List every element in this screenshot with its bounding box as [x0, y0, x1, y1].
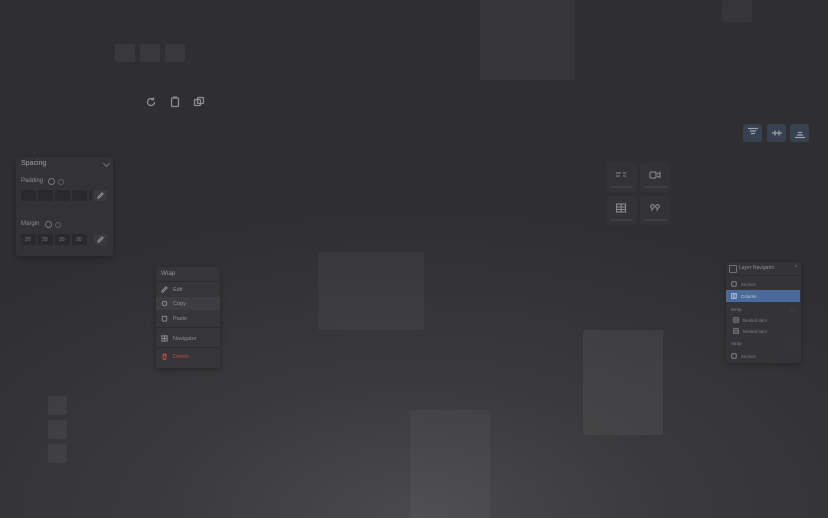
menu-item-navigator[interactable]: Navigator [156, 332, 220, 345]
margin-bottom-input[interactable]: 20 [55, 234, 70, 245]
pencil-icon [161, 286, 168, 293]
layer-row-label: Nested item [743, 317, 768, 323]
side-placeholder-2[interactable] [48, 420, 67, 439]
quote-block-icon [650, 204, 660, 212]
spacing-panel-title: Spacing [21, 160, 47, 167]
toolbar-placeholder-1[interactable] [115, 44, 135, 62]
context-menu-title: Wrap [161, 271, 176, 277]
clipboard-icon[interactable] [167, 94, 183, 110]
divider [156, 281, 220, 282]
menu-item-copy[interactable]: Copy [156, 297, 220, 310]
side-placeholder-1[interactable] [48, 396, 67, 415]
margin-right-value: 20 [42, 237, 48, 243]
block-video[interactable] [640, 163, 671, 192]
element-icon [733, 328, 739, 334]
info-icon [55, 222, 61, 228]
padding-bottom-input[interactable] [55, 190, 70, 201]
divider [156, 327, 220, 328]
align-bottom-button[interactable] [790, 124, 809, 142]
pencil-icon [97, 236, 104, 243]
context-menu: Wrap Edit Copy Paste Navigator Delete [156, 267, 220, 368]
layer-row-label: Section [741, 353, 757, 359]
element-icon [733, 317, 739, 323]
layer-row-label: Wrap [731, 340, 742, 346]
block-text[interactable] [606, 163, 637, 192]
menu-item-label: Paste [173, 315, 188, 322]
menu-item-paste[interactable]: Paste [156, 312, 220, 325]
align-top-icon [747, 127, 758, 135]
menu-item-label: Copy [173, 300, 186, 307]
margin-right-input[interactable]: 20 [38, 234, 53, 245]
collapse-chevron-icon[interactable] [102, 159, 111, 168]
padding-label: Padding [21, 178, 44, 184]
toolbar-placeholder-2[interactable] [140, 44, 160, 62]
navigator-icon [161, 335, 168, 342]
rotate-icon[interactable] [143, 94, 159, 110]
block-table[interactable] [606, 196, 637, 225]
align-top-button[interactable] [743, 124, 762, 142]
paste-icon [161, 315, 168, 322]
toolbar-placeholder-3[interactable] [165, 44, 185, 62]
spacing-panel: Spacing Padding Margin 20 20 20 20 [16, 157, 113, 256]
row-actions-icon[interactable]: • • [790, 341, 794, 346]
table-block-icon [615, 203, 627, 213]
layer-row-label: Section [741, 281, 757, 287]
layer-row-column-selected[interactable]: Column [726, 290, 800, 302]
margin-left-value: 20 [76, 237, 82, 243]
divider [156, 347, 220, 348]
margin-top-input[interactable]: 20 [21, 234, 36, 245]
video-block-icon [649, 171, 661, 179]
background-placeholder [318, 252, 424, 330]
duplicate-icon[interactable] [191, 94, 207, 110]
section-icon [731, 281, 737, 287]
link-values-icon[interactable] [48, 178, 55, 185]
layer-navigator-panel: Layer Navigator × Section Column Wrap • … [726, 262, 801, 363]
link-values-icon[interactable] [45, 221, 52, 228]
side-placeholder-3[interactable] [48, 444, 67, 463]
column-icon [731, 293, 737, 299]
layer-row-section[interactable]: Section [726, 278, 800, 290]
row-actions-icon[interactable]: • • [790, 307, 794, 312]
block-quote[interactable] [640, 196, 671, 225]
layer-row-label: Column [741, 293, 757, 299]
padding-edit-button[interactable] [94, 190, 107, 201]
align-bottom-icon [794, 131, 805, 139]
trash-icon [162, 353, 167, 360]
menu-item-label: Delete [173, 353, 189, 360]
layer-row-label: Wrap [731, 306, 742, 312]
info-icon [58, 179, 64, 185]
layer-row-section[interactable]: Section [726, 350, 800, 362]
text-block-icon [616, 172, 626, 177]
align-middle-icon [771, 130, 782, 136]
navigator-icon [729, 265, 737, 273]
divider [726, 275, 801, 276]
margin-label: Margin [21, 221, 40, 227]
section-icon [731, 353, 737, 359]
margin-edit-button[interactable] [94, 234, 107, 245]
background-placeholder [480, 0, 575, 80]
margin-bottom-value: 20 [59, 237, 65, 243]
margin-left-input[interactable]: 20 [72, 234, 87, 245]
menu-item-label: Navigator [173, 335, 197, 342]
background-placeholder [722, 0, 752, 22]
background-placeholder [583, 330, 663, 435]
menu-item-delete[interactable]: Delete [156, 350, 220, 363]
layer-row-label: Nested item [743, 328, 768, 334]
copy-icon [161, 300, 168, 307]
layer-row-wrap[interactable]: Wrap • • [726, 337, 800, 349]
padding-top-input[interactable] [21, 190, 36, 201]
padding-right-input[interactable] [38, 190, 53, 201]
align-middle-button[interactable] [767, 124, 786, 142]
menu-item-label: Edit [173, 286, 183, 293]
background-placeholder [410, 410, 490, 518]
margin-top-value: 20 [25, 237, 31, 243]
menu-item-edit[interactable]: Edit [156, 283, 220, 296]
layer-navigator-title: Layer Navigator [739, 265, 775, 271]
pencil-icon [97, 192, 104, 199]
padding-left-input[interactable] [72, 190, 87, 201]
close-icon[interactable]: × [794, 264, 798, 270]
layer-row-nested-item[interactable]: Nested item [726, 325, 800, 337]
padding-unit [89, 190, 92, 201]
